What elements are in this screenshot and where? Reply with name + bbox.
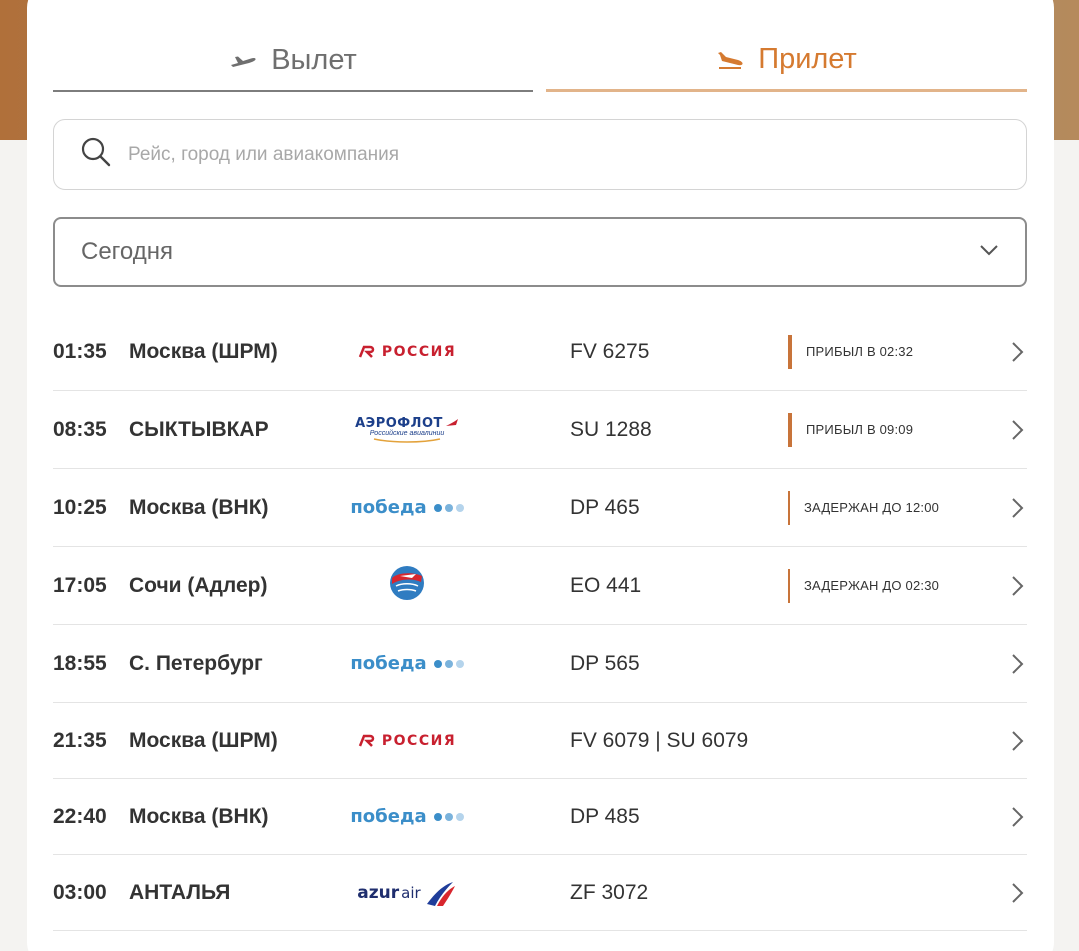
flight-row[interactable]: 21:35 Москва (ШРМ) РОССИЯ FV 6079 | SU 6079: [53, 703, 1027, 779]
status-bar: [788, 412, 792, 447]
airline-logo: победа: [349, 797, 465, 837]
flight-time: 17:05: [53, 573, 107, 597]
ikar-logo: [388, 564, 426, 607]
flight-row[interactable]: 18:55 С. Петербург победа DP 565: [53, 625, 1027, 703]
chevron-right-icon[interactable]: [1007, 881, 1027, 905]
flight-city: СЫКТЫВКАР: [129, 417, 269, 441]
flight-row[interactable]: 17:05 Сочи (Адлер) EO 441 ЗАДЕРЖАН ДО 02:30: [53, 547, 1027, 625]
status-bar: [788, 334, 792, 369]
search-input[interactable]: [128, 143, 928, 166]
pobeda-logo: победа: [350, 806, 464, 827]
flight-city: С. Петербург: [129, 651, 263, 675]
status-bar: [788, 568, 790, 603]
tab-departures[interactable]: Вылет: [53, 30, 533, 92]
flight-city: АНТАЛЬЯ: [129, 880, 231, 904]
flight-number: FV 6079 | SU 6079: [570, 728, 749, 752]
flight-row[interactable]: 01:35 Москва (ШРМ) РОССИЯ FV 6275 ПРИБЫЛ В 0…: [53, 313, 1027, 391]
chevron-right-icon[interactable]: [1007, 729, 1027, 753]
flight-time: 21:35: [53, 728, 107, 752]
chevron-right-icon[interactable]: [1007, 496, 1027, 520]
flight-row[interactable]: 08:35 СЫКТЫВКАР АЭРОФЛОТ Российские авиалин…: [53, 391, 1027, 469]
status-indicator: ЗАДЕРЖАН ДО 02:30: [788, 568, 940, 603]
pobeda-logo: победа: [350, 653, 464, 674]
airline-logo: победа: [349, 644, 465, 684]
flight-city: Сочи (Адлер): [129, 573, 268, 597]
flight-time: 08:35: [53, 417, 107, 441]
flight-city: Москва (ВНК): [129, 495, 269, 519]
status-bar: [788, 490, 790, 525]
flight-city: Москва (ВНК): [129, 804, 269, 828]
status-indicator: ЗАДЕРЖАН ДО 12:00: [788, 490, 940, 525]
flight-row[interactable]: 03:00 АНТАЛЬЯ azur air ZF 3072: [53, 855, 1027, 931]
airline-logo: АЭРОФЛОТ Российские авиалинии: [349, 410, 465, 450]
chevron-right-icon[interactable]: [1007, 805, 1027, 829]
flights-list: 01:35 Москва (ШРМ) РОССИЯ FV 6275 ПРИБЫЛ В 0…: [53, 313, 1027, 931]
chevron-right-icon[interactable]: [1007, 340, 1027, 364]
status-text: ЗАДЕРЖАН ДО 12:00: [804, 500, 940, 515]
flight-time: 18:55: [53, 651, 107, 675]
status-indicator: ПРИБЫЛ В 09:09: [788, 412, 914, 447]
search-icon: [80, 136, 112, 173]
airline-logo: победа: [349, 488, 465, 528]
date-select-value: Сегодня: [81, 238, 173, 265]
chevron-right-icon[interactable]: [1007, 652, 1027, 676]
departure-plane-icon: [229, 51, 257, 69]
rossiya-logo: РОССИЯ: [358, 733, 456, 749]
status-text: ЗАДЕРЖАН ДО 02:30: [804, 578, 940, 593]
search-box[interactable]: [53, 119, 1027, 190]
flight-number: DP 485: [570, 804, 640, 828]
flight-number: DP 465: [570, 495, 640, 519]
flight-number: EO 441: [570, 573, 642, 597]
flight-number: FV 6275: [570, 339, 650, 363]
airline-logo: РОССИЯ: [349, 721, 465, 761]
arrival-plane-icon: [716, 50, 744, 70]
flight-number: SU 1288: [570, 417, 652, 441]
chevron-right-icon[interactable]: [1007, 418, 1027, 442]
flight-row[interactable]: 10:25 Москва (ВНК) победа DP 465 ЗАДЕРЖАН ДО…: [53, 469, 1027, 547]
status-text: ПРИБЫЛ В 09:09: [806, 422, 914, 437]
rossiya-logo: РОССИЯ: [358, 344, 456, 360]
flight-number: DP 565: [570, 651, 640, 675]
chevron-right-icon[interactable]: [1007, 574, 1027, 598]
flight-city: Москва (ШРМ): [129, 728, 278, 752]
flight-row[interactable]: 22:40 Москва (ВНК) победа DP 485: [53, 779, 1027, 855]
flight-number: ZF 3072: [570, 880, 649, 904]
airline-logo: РОССИЯ: [349, 332, 465, 372]
date-select[interactable]: Сегодня: [53, 217, 1027, 287]
tab-arrivals-label: Прилет: [758, 43, 857, 75]
pobeda-logo: победа: [350, 497, 464, 518]
flight-city: Москва (ШРМ): [129, 339, 278, 363]
aeroflot-logo: АЭРОФЛОТ Российские авиалинии: [355, 416, 459, 443]
flight-time: 22:40: [53, 804, 107, 828]
flight-time: 03:00: [53, 880, 107, 904]
status-indicator: ПРИБЫЛ В 02:32: [788, 334, 914, 369]
status-text: ПРИБЫЛ В 02:32: [806, 344, 914, 359]
flight-time: 10:25: [53, 495, 107, 519]
azurair-logo: azur air: [357, 878, 456, 908]
chevron-down-icon: [979, 243, 999, 261]
tab-departures-label: Вылет: [271, 43, 357, 76]
flight-time: 01:35: [53, 339, 107, 363]
airline-logo: [349, 566, 465, 606]
tab-arrivals[interactable]: Прилет: [546, 30, 1027, 92]
airline-logo: azur air: [349, 873, 465, 913]
